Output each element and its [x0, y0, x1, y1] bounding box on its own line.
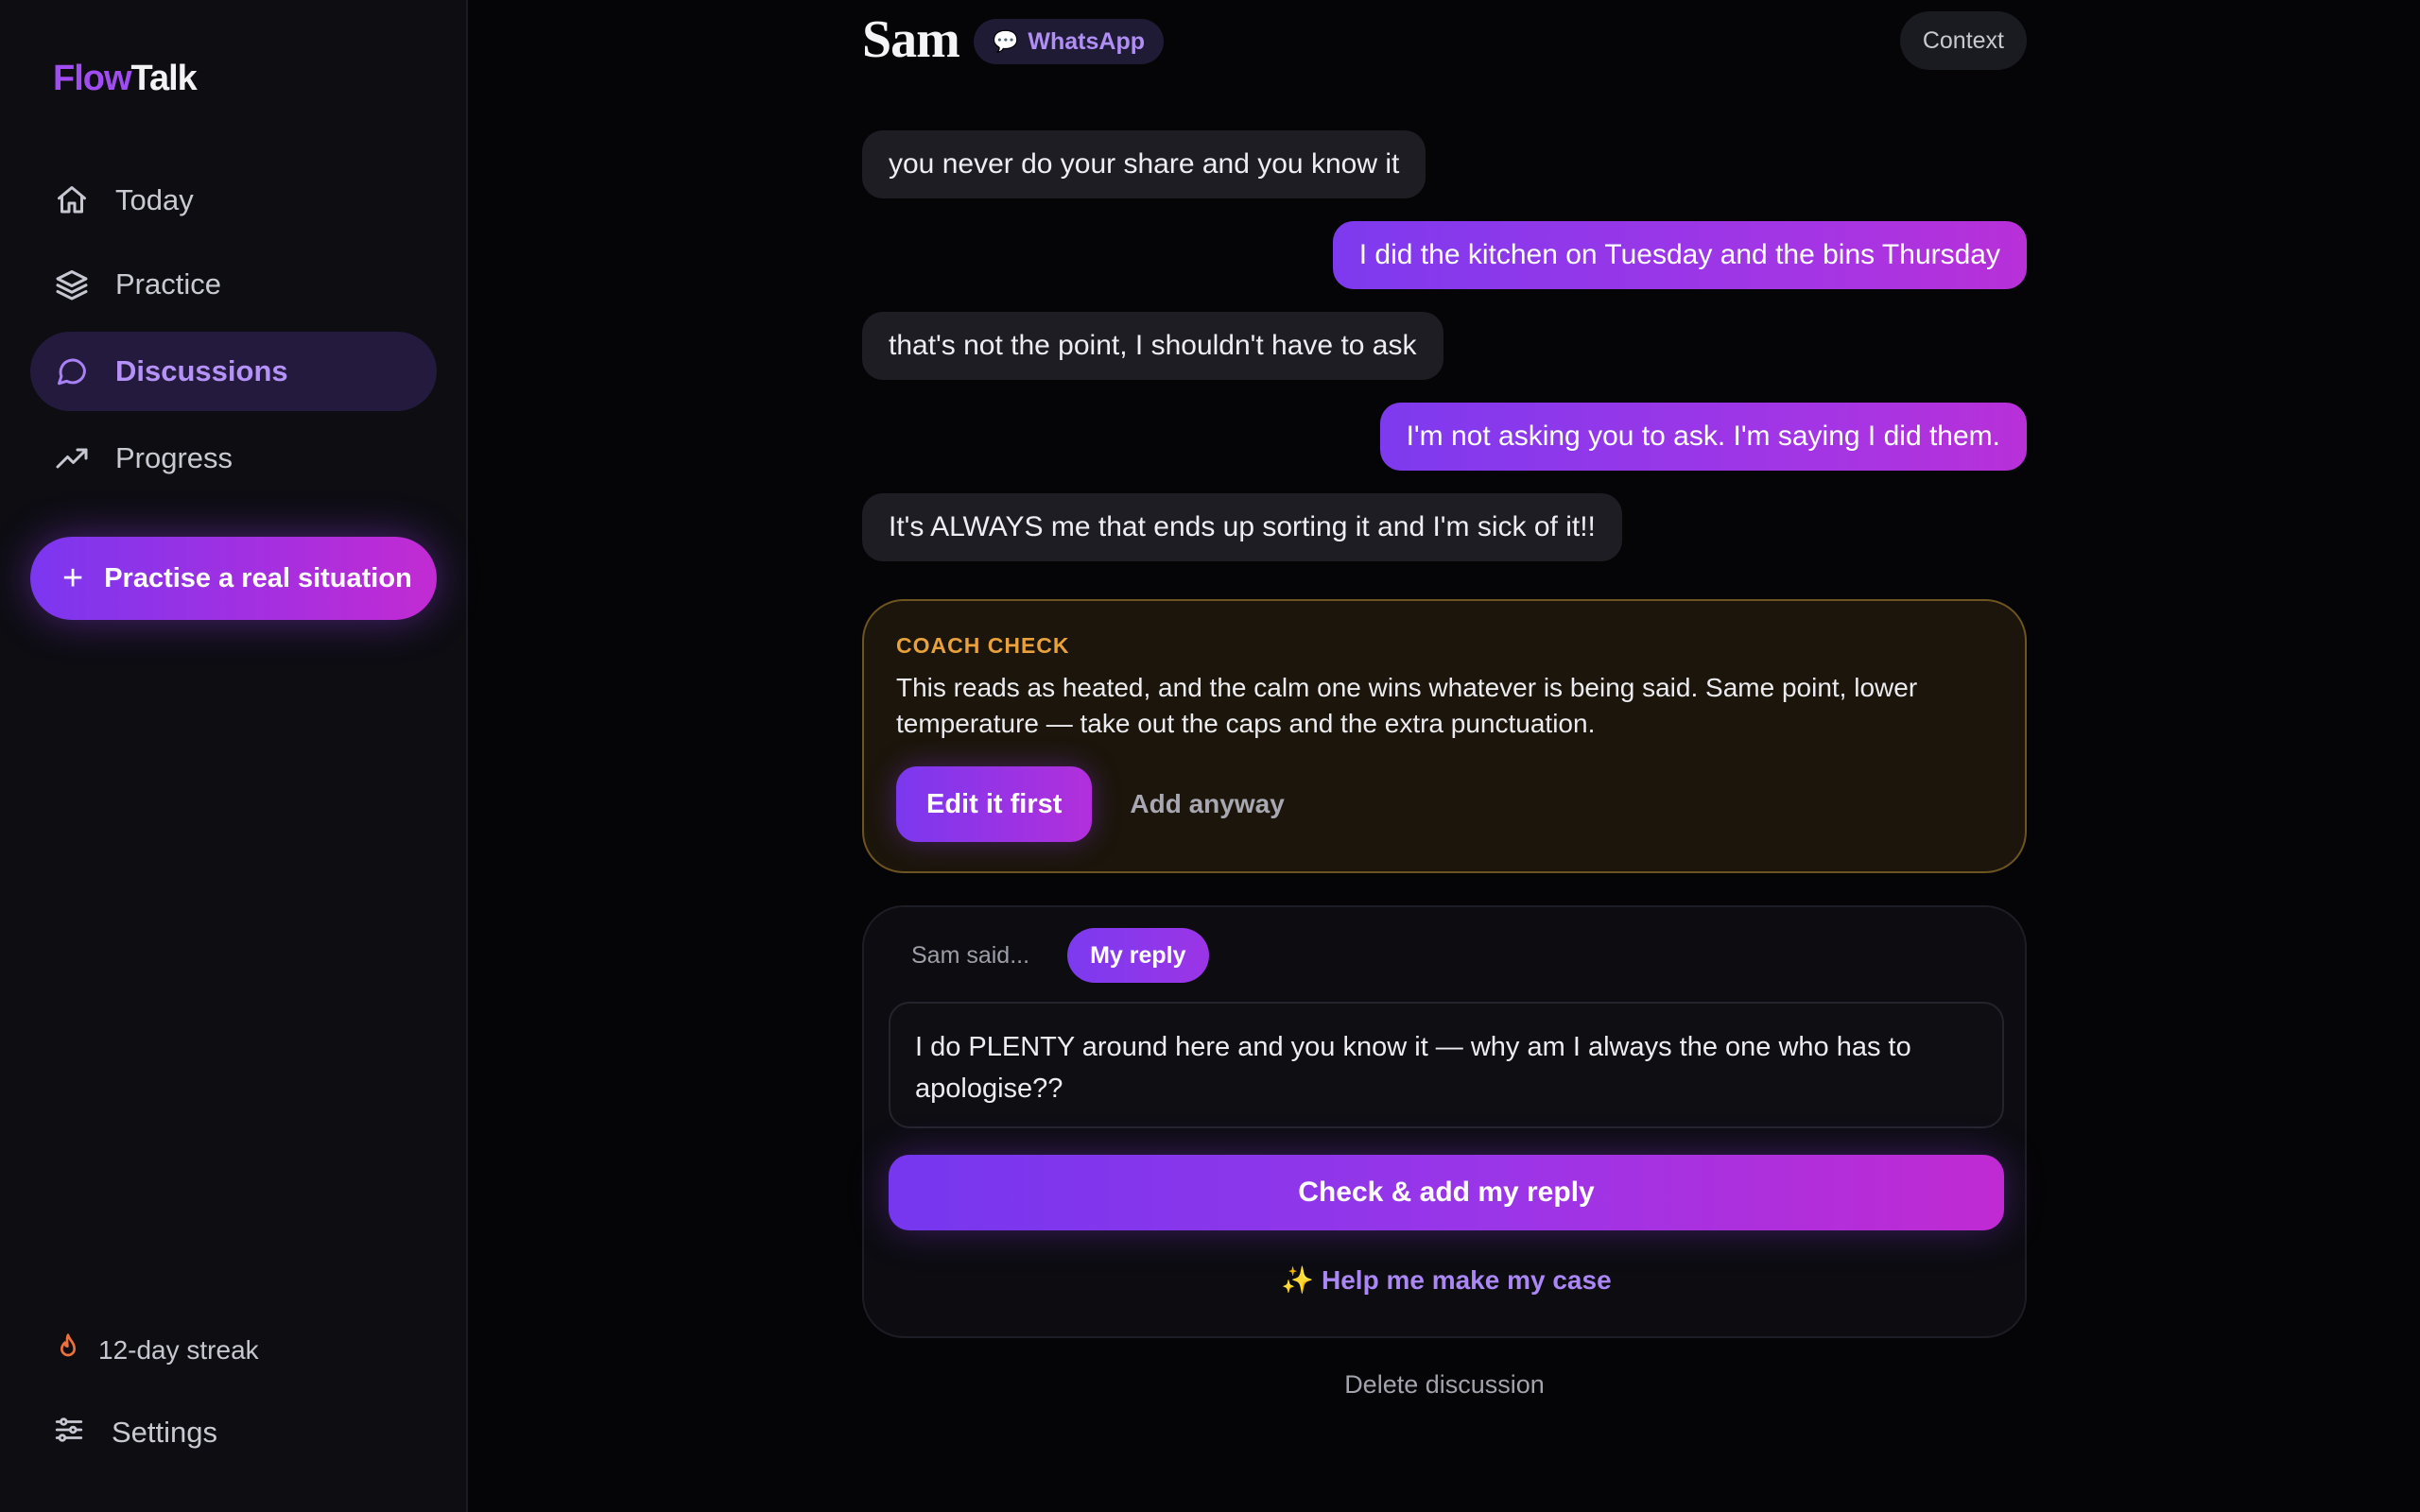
message-row: that's not the point, I shouldn't have t… — [862, 312, 2027, 380]
practise-real-situation-button[interactable]: + Practise a real situation — [30, 537, 437, 620]
trending-up-icon — [53, 439, 91, 477]
settings-button[interactable]: Settings — [53, 1414, 217, 1451]
sidebar-item-label: Discussions — [115, 354, 288, 387]
app-root: FlowTalk Today Practice Discussions Prog — [0, 0, 2420, 1512]
home-icon — [53, 181, 91, 219]
sidebar: FlowTalk Today Practice Discussions Prog — [0, 0, 468, 1512]
chat-bubble-icon — [53, 352, 91, 390]
sidebar-item-practice[interactable]: Practice — [30, 245, 437, 324]
reply-textarea[interactable]: I do PLENTY around here and you know it … — [889, 1002, 2004, 1128]
streak-indicator: 12-day streak — [53, 1332, 259, 1367]
sliders-icon — [53, 1414, 85, 1451]
speaker-toggle: Sam said... My reply — [889, 928, 1209, 983]
context-button[interactable]: Context — [1899, 11, 2027, 70]
streak-label: 12-day streak — [98, 1334, 259, 1365]
app-logo[interactable]: FlowTalk — [53, 59, 198, 99]
sidebar-item-label: Practice — [115, 267, 221, 301]
channel-badge: 💬 WhatsApp — [974, 19, 1165, 64]
message-row: I did the kitchen on Tuesday and the bin… — [862, 221, 2027, 289]
message-row: you never do your share and you know it — [862, 130, 2027, 198]
message-bubble-mine[interactable]: I did the kitchen on Tuesday and the bin… — [1332, 221, 2027, 289]
reply-composer: Sam said... My reply I do PLENTY around … — [862, 905, 2027, 1338]
message-bubble-theirs[interactable]: you never do your share and you know it — [862, 130, 1426, 198]
message-bubble-theirs[interactable]: It's ALWAYS me that ends up sorting it a… — [862, 493, 1622, 561]
logo-flow: Flow — [53, 59, 132, 98]
message-row: I'm not asking you to ask. I'm saying I … — [862, 403, 2027, 471]
cta-label: Practise a real situation — [104, 562, 412, 593]
plus-icon: + — [62, 558, 84, 598]
sidebar-item-today[interactable]: Today — [30, 161, 437, 240]
logo-talk: Talk — [130, 59, 198, 98]
coach-check-message: This reads as heated, and the calm one w… — [896, 673, 1918, 738]
message-bubble-mine[interactable]: I'm not asking you to ask. I'm saying I … — [1379, 403, 2027, 471]
edit-it-first-button[interactable]: Edit it first — [896, 766, 1093, 842]
sidebar-item-label: Progress — [115, 441, 233, 474]
sidebar-item-discussions[interactable]: Discussions — [30, 332, 437, 411]
delete-discussion-link[interactable]: Delete discussion — [862, 1370, 2027, 1400]
message-row: It's ALWAYS me that ends up sorting it a… — [862, 493, 2027, 561]
speech-bubble-icon: 💬 — [993, 29, 1019, 53]
sidebar-item-label: Today — [115, 183, 194, 216]
coach-check-title: COACH CHECK — [896, 633, 1070, 658]
settings-label: Settings — [112, 1415, 218, 1449]
help-make-my-case-link[interactable]: ✨ Help me make my case — [864, 1264, 2029, 1296]
coach-check-actions: Edit it first Add anyway — [896, 766, 1993, 842]
discussion-header: Sam 💬 WhatsApp Context — [862, 0, 2027, 83]
tab-sam-said[interactable]: Sam said... — [889, 928, 1052, 983]
sidebar-item-progress[interactable]: Progress — [30, 419, 437, 498]
flame-icon — [53, 1332, 83, 1367]
contact-name: Sam — [862, 10, 960, 69]
channel-label: WhatsApp — [1028, 27, 1146, 55]
coach-check-card: COACH CHECK This reads as heated, and th… — [862, 599, 2027, 873]
tab-my-reply[interactable]: My reply — [1067, 928, 1209, 983]
message-bubble-theirs[interactable]: that's not the point, I shouldn't have t… — [862, 312, 1443, 380]
add-anyway-button[interactable]: Add anyway — [1130, 789, 1284, 819]
check-and-add-reply-button[interactable]: Check & add my reply — [889, 1155, 2004, 1230]
layers-icon — [53, 266, 91, 303]
